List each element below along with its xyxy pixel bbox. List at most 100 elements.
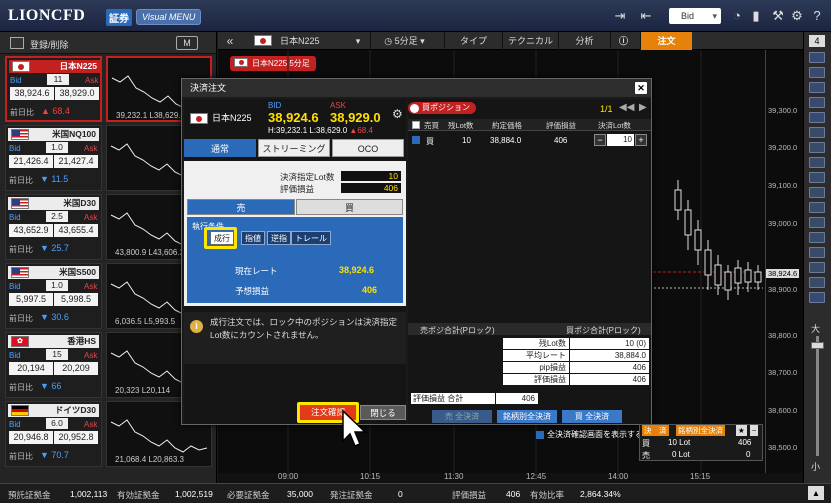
help-icon[interactable]: ? <box>809 8 825 24</box>
order-form-body: 決済指定Lot数 10 評価損益 406 売 買 執行条件 成行 指値 逆指 ト… <box>184 161 406 306</box>
price-type-select[interactable]: Bid ▾ <box>669 8 721 24</box>
trend-tool-icon[interactable] <box>809 127 825 138</box>
symbol-all-mini-button[interactable]: 銘柄別全決済 <box>676 425 725 436</box>
gear-icon[interactable]: ⚙ <box>392 107 403 121</box>
bid-button[interactable]: 21,426.4 <box>9 155 53 168</box>
bid-button[interactable]: 43,652.9 <box>9 224 53 237</box>
show-confirm-checkbox[interactable] <box>536 430 544 439</box>
eval-total-value: 406 <box>496 393 538 404</box>
register-delete-link[interactable]: 登録/削除 <box>30 38 69 51</box>
interval-select[interactable]: ◷ 5分足 ▾ <box>370 32 438 50</box>
symbol-all-button[interactable]: 銘柄別全決済 <box>497 410 557 423</box>
fib-tool-icon[interactable] <box>809 157 825 168</box>
lot-value[interactable]: 10 <box>341 171 401 181</box>
line-tool-icon[interactable] <box>809 82 825 93</box>
settle-mini-button[interactable]: 決 済 <box>642 425 669 436</box>
export-icon[interactable]: ⇥ <box>612 8 628 24</box>
close-icon[interactable]: ✕ <box>635 82 647 94</box>
ask-button[interactable]: 5,998.5 <box>54 293 98 306</box>
quantity-stepper[interactable]: − 10 + <box>594 134 647 146</box>
position-row[interactable]: 買 10 38,884.0 406 − 10 + <box>408 133 651 147</box>
hammer-icon[interactable]: ⚒ <box>770 8 786 24</box>
tab-oco[interactable]: OCO <box>332 139 404 157</box>
rate-panel-tile[interactable]: 米国D30 Bid 2.5 Ask 43,652.9 43,655.4 前日比 … <box>5 194 102 260</box>
mini-buy-pnl: 406 <box>738 438 752 447</box>
rate-panel-tile[interactable]: 日本N225 Bid 11 Ask 38,924.6 38,929.0 前日比 … <box>5 56 102 122</box>
chevron-left-icon[interactable]: « <box>218 32 242 50</box>
arrow-tool-icon[interactable] <box>809 232 825 243</box>
ask-button[interactable]: 20,209 <box>54 362 98 375</box>
ask-button[interactable]: 38,929.0 <box>55 87 99 100</box>
sell-toggle[interactable]: 売 <box>187 199 295 215</box>
cursor-tool-icon[interactable] <box>809 52 825 63</box>
bar-chart-icon[interactable]: ▮ <box>748 8 764 24</box>
buy-sum-label: 買ポジ合計(Pロック) <box>566 326 641 335</box>
buy-all-button[interactable]: 買 全決済 <box>562 410 622 423</box>
scroll-up-icon[interactable]: ▲ <box>808 486 824 500</box>
trailing-order-button[interactable]: トレール <box>291 231 331 245</box>
wave-tool-icon[interactable] <box>809 187 825 198</box>
channel-tool-icon[interactable] <box>809 142 825 153</box>
tab-streaming[interactable]: ストリーミング <box>258 139 330 157</box>
next-page-icon[interactable]: ▶ <box>639 102 647 113</box>
change-value: ▼ 11.5 <box>40 174 69 184</box>
stop-order-button[interactable]: 逆指 <box>267 231 291 245</box>
zoom-slider[interactable] <box>816 336 819 456</box>
bid-button[interactable]: 38,924.6 <box>10 87 54 100</box>
tab-normal[interactable]: 通常 <box>184 139 256 157</box>
rect-tool-icon[interactable] <box>809 247 825 258</box>
ask-button[interactable]: 21,427.4 <box>54 155 98 168</box>
lock-tool-icon[interactable] <box>809 277 825 288</box>
bid-button[interactable]: 20,194 <box>9 362 53 375</box>
fan-tool-icon[interactable] <box>809 172 825 183</box>
register-icon[interactable] <box>10 37 24 49</box>
show-confirm-option[interactable]: 全決済確認画面を表示する <box>536 429 643 440</box>
gear-icon[interactable]: ⚙ <box>789 8 805 24</box>
row-checkbox[interactable] <box>412 136 420 144</box>
settle-lot-input[interactable]: 10 <box>607 134 634 146</box>
bid-button[interactable]: 20,946.8 <box>9 431 53 444</box>
info-icon[interactable]: ⓘ <box>610 32 636 50</box>
summary-header: 売ポジ合計(Pロック) 買ポジ合計(Pロック) <box>408 323 651 335</box>
pie-chart-icon[interactable]: ◔ <box>729 8 745 24</box>
crosshair-tool-icon[interactable] <box>809 67 825 78</box>
limit-order-button[interactable]: 指値 <box>241 231 265 245</box>
visual-menu-button[interactable]: Visual MENU <box>136 9 202 25</box>
current-price-tag: 38,924.6 <box>766 269 800 278</box>
eraser-tool-icon[interactable] <box>809 262 825 273</box>
m-button[interactable]: M <box>176 36 198 50</box>
trash-tool-icon[interactable] <box>809 292 825 303</box>
ask-button[interactable]: 20,952.8 <box>54 431 98 444</box>
prev-page-icon[interactable]: ◀◀ <box>619 102 634 113</box>
dialog-symbol-label: 日本N225 <box>212 113 252 123</box>
sell-all-button[interactable]: 売 全決済 <box>432 410 492 423</box>
circle-tool-icon[interactable] <box>809 202 825 213</box>
chart-type-button[interactable]: タイプ <box>444 32 502 50</box>
technical-button[interactable]: テクニカル <box>502 32 558 50</box>
buy-toggle[interactable]: 買 <box>296 199 403 215</box>
select-all-checkbox[interactable] <box>412 121 420 129</box>
star-icon[interactable]: ★ <box>736 425 747 436</box>
mini-buy-side: 買 <box>642 439 650 448</box>
ask-button[interactable]: 43,655.4 <box>54 224 98 237</box>
rate-panel-tile[interactable]: ドイツD30 Bid 6.0 Ask 20,946.8 20,952.8 前日比… <box>5 401 102 467</box>
mini-low: L38,629.0 <box>149 111 185 120</box>
spread-value: 11 <box>47 74 69 85</box>
rate-panel-tile[interactable]: 米国NQ100 Bid 1.0 Ask 21,426.4 21,427.4 前日… <box>5 125 102 191</box>
order-tab[interactable]: 注文 <box>640 32 692 50</box>
buy-position-badge[interactable]: 買ポジション <box>408 102 476 114</box>
bid-button[interactable]: 5,997.5 <box>9 293 53 306</box>
zoom-slider-handle[interactable] <box>811 342 824 349</box>
rate-panel-tile[interactable]: ✿ 香港HS Bid 15 Ask 20,194 20,209 前日比 ▼ 66 <box>5 332 102 398</box>
minimize-icon[interactable]: − <box>750 425 759 436</box>
text-tool-icon[interactable] <box>809 217 825 228</box>
plus-icon[interactable]: + <box>635 134 647 146</box>
minus-icon[interactable]: − <box>594 134 606 146</box>
chevron-down-icon[interactable]: ▾ <box>348 32 368 50</box>
chart-count[interactable]: 4 <box>809 35 825 47</box>
rate-panel-tile[interactable]: 米国S500 Bid 1.0 Ask 5,997.5 5,998.5 前日比 ▼… <box>5 263 102 329</box>
vline-tool-icon[interactable] <box>809 112 825 123</box>
hline-tool-icon[interactable] <box>809 97 825 108</box>
import-icon[interactable]: ⇤ <box>638 8 654 24</box>
analysis-button[interactable]: 分析 <box>558 32 610 50</box>
